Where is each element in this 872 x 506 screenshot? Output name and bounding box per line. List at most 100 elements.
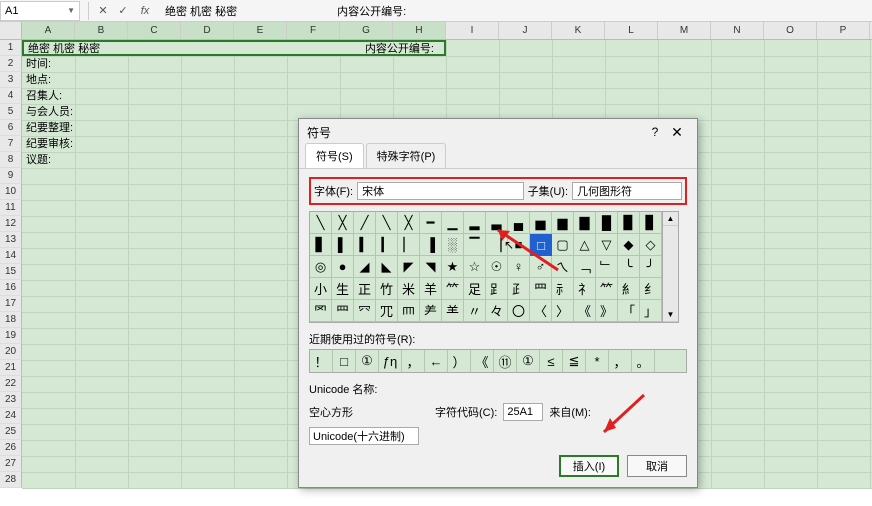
row-header[interactable]: 14 [0,248,22,264]
symbol-cell[interactable]: ⺴ [376,300,398,322]
symbol-cell[interactable]: ━ [420,212,442,234]
row-header[interactable]: 18 [0,312,22,328]
tab-special[interactable]: 特殊字符(P) [366,143,447,168]
row-header[interactable]: 11 [0,200,22,216]
symbol-cell[interactable]: ♂ [530,256,552,278]
insert-button[interactable]: 插入(I) [559,455,619,477]
symbol-cell[interactable]: ╰ [618,256,640,278]
row-header[interactable]: 12 [0,216,22,232]
col-header-C[interactable]: C [128,22,181,39]
symbol-cell[interactable]: 小 [310,278,332,300]
cell-a4[interactable]: 召集人: [26,88,62,104]
symbol-cell[interactable]: ⺱ [310,300,332,322]
row-header[interactable]: 3 [0,72,22,88]
symbol-grid[interactable]: ╲╳╱╲╳━▁▂▃▄▅▆▇█▉▊▋▌▍▎▏▐░▔▕■□▢△▽◆◇◎●◢◣◤◥★☆… [309,211,663,323]
symbol-cell[interactable]: ▊ [640,212,662,234]
recent-symbol[interactable]: ， [402,350,425,372]
recent-symbol[interactable]: ） [448,350,471,372]
col-header-A[interactable]: A [22,22,75,39]
symbol-cell[interactable]: ▐ [420,234,442,256]
row-header[interactable]: 10 [0,184,22,200]
symbol-cell[interactable]: ◤ [398,256,420,278]
symbol-cell[interactable]: ⺶ [420,300,442,322]
recent-symbol[interactable]: 《 [471,350,494,372]
row-header[interactable]: 6 [0,120,22,136]
row-header[interactable]: 27 [0,456,22,472]
symbol-cell[interactable]: ⺵ [398,300,420,322]
symbol-cell[interactable]: ◣ [376,256,398,278]
symbol-cell[interactable]: ◇ [640,234,662,256]
row-header[interactable]: 25 [0,424,22,440]
col-header-F[interactable]: F [287,22,340,39]
close-button[interactable]: ✕ [665,124,689,141]
symbol-cell[interactable]: ● [332,256,354,278]
code-input[interactable]: 25A1 [503,403,543,421]
symbol-cell[interactable]: 《 [574,300,596,322]
symbol-cell[interactable]: 羊 [420,278,442,300]
symbol-cell[interactable]: ╯ [640,256,662,278]
confirm-button[interactable]: ✓ [113,4,133,17]
col-header-L[interactable]: L [605,22,658,39]
select-all-corner[interactable] [0,22,22,39]
symbol-cell[interactable]: ☉ [486,256,508,278]
symbol-cell[interactable]: █ [596,212,618,234]
symbol-cell[interactable]: ♀ [508,256,530,278]
name-box[interactable]: A1 ▼ [0,1,80,21]
symbol-cell[interactable]: 「 [618,300,640,322]
recent-symbol[interactable]: ≤ [540,350,563,372]
col-header-D[interactable]: D [181,22,234,39]
symbol-cell[interactable]: ╳ [398,212,420,234]
row-header[interactable]: 7 [0,136,22,152]
symbol-cell[interactable]: ⺷ [442,300,464,322]
row-header[interactable]: 1 [0,40,22,56]
symbol-cell[interactable]: ▍ [354,234,376,256]
symbol-cell[interactable]: ▽ [596,234,618,256]
symbol-cell[interactable]: □ [530,234,552,256]
cell-a2[interactable]: 时间: [26,56,51,72]
symbol-cell[interactable]: ◆ [618,234,640,256]
row-header[interactable]: 23 [0,392,22,408]
cell-a7[interactable]: 纪要审核: [26,136,73,152]
symbol-cell[interactable]: ╲ [310,212,332,234]
row-header[interactable]: 20 [0,344,22,360]
scroll-track[interactable] [663,226,678,308]
recent-symbol[interactable]: ƒη [379,350,402,372]
col-header-K[interactable]: K [552,22,605,39]
col-header-M[interactable]: M [658,22,711,39]
cell-a6[interactable]: 纪要整理: [26,120,73,136]
symbol-cell[interactable]: ▉ [618,212,640,234]
symbol-cell[interactable]: ░ [442,234,464,256]
symbol-cell[interactable]: 〇 [508,300,530,322]
symbol-cell[interactable]: 〈 [530,300,552,322]
col-header-B[interactable]: B [75,22,128,39]
col-header-G[interactable]: G [340,22,393,39]
cell-a8[interactable]: 议题: [26,152,51,168]
symbol-cell[interactable]: 〉 [552,300,574,322]
row-header[interactable]: 19 [0,328,22,344]
symbol-cell[interactable]: ▄ [508,212,530,234]
row-header[interactable]: 4 [0,88,22,104]
help-button[interactable]: ? [645,125,665,139]
recent-symbol[interactable]: ⑪ [494,350,517,372]
row-header[interactable]: 22 [0,376,22,392]
col-header-N[interactable]: N [711,22,764,39]
col-header-P[interactable]: P [817,22,870,39]
symbol-cell[interactable]: ⺰ [640,278,662,300]
row-header[interactable]: 28 [0,472,22,488]
scroll-up-icon[interactable]: ▲ [663,212,678,226]
recent-symbol[interactable]: ① [356,350,379,372]
symbol-cell[interactable]: 生 [332,278,354,300]
symbol-cell[interactable]: ☆ [464,256,486,278]
symbol-cell[interactable]: 々 [486,300,508,322]
merged-cell-a1-h1[interactable]: 绝密 机密 秘密内容公开编号: [22,40,446,56]
symbol-cell[interactable]: 足 [464,278,486,300]
row-header[interactable]: 5 [0,104,22,120]
recent-symbol[interactable]: ① [517,350,540,372]
symbol-cell[interactable]: 正 [354,278,376,300]
row-header[interactable]: 17 [0,296,22,312]
dialog-titlebar[interactable]: 符号 ? ✕ [299,119,697,145]
col-header-J[interactable]: J [499,22,552,39]
row-header[interactable]: 26 [0,440,22,456]
symbol-cell[interactable]: ▋ [310,234,332,256]
symbol-scrollbar[interactable]: ▲ ▼ [663,211,679,323]
